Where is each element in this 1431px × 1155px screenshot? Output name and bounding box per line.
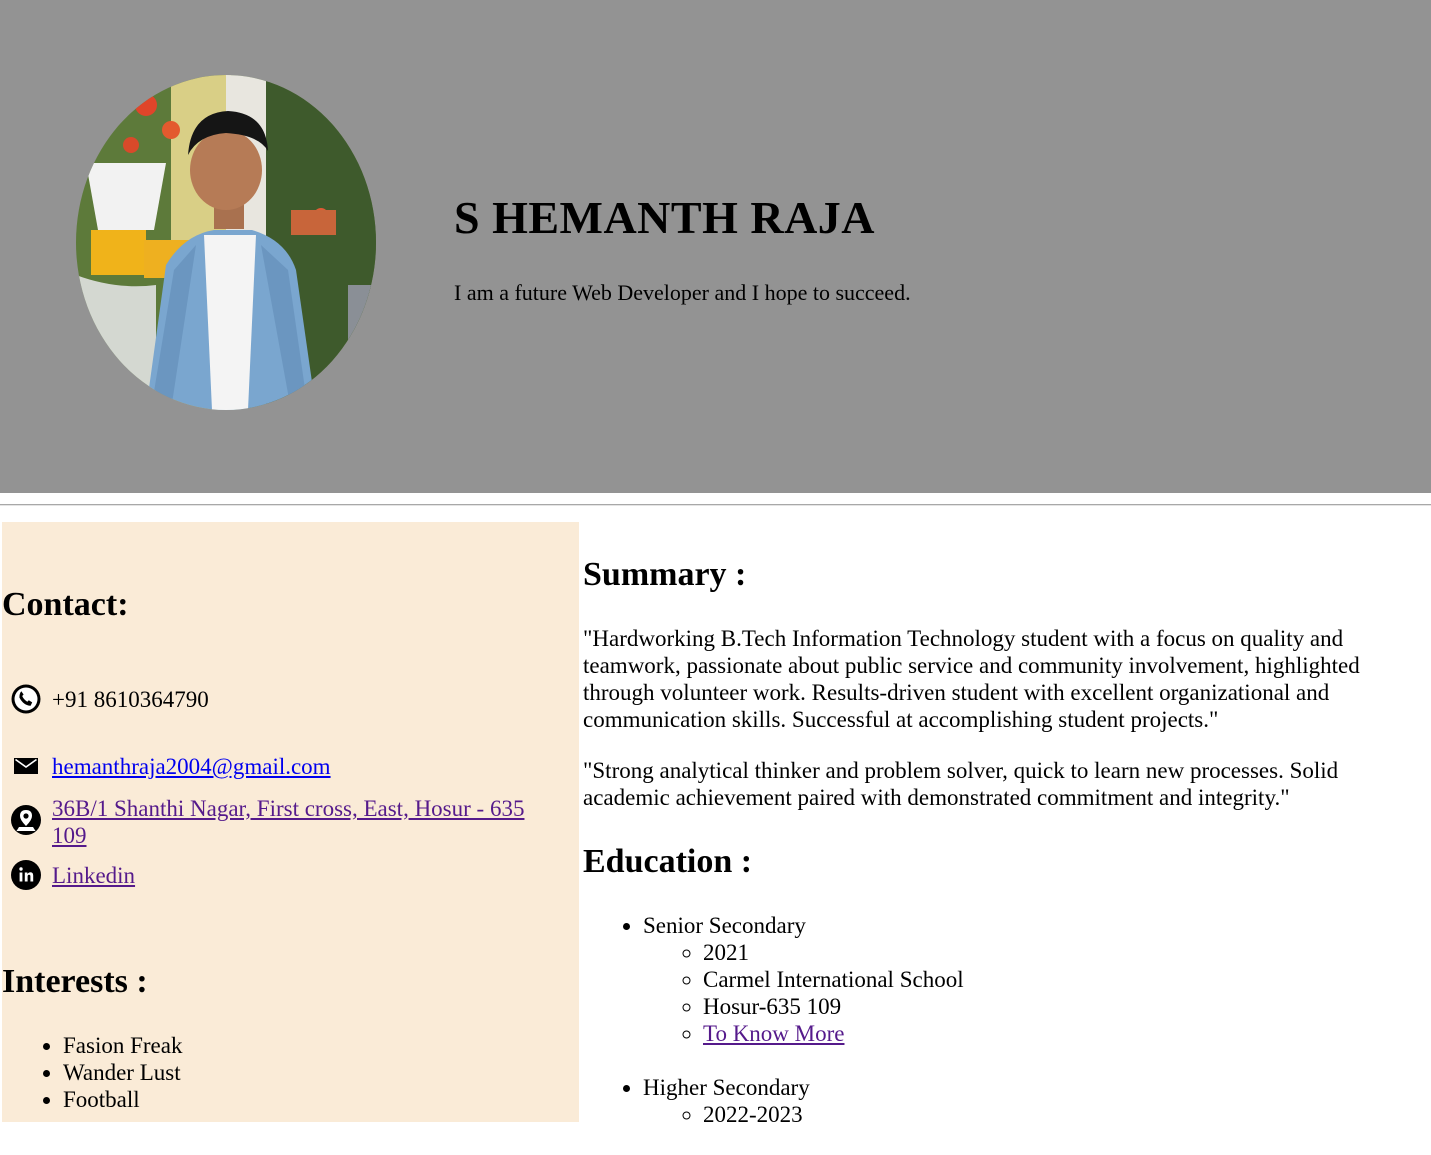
page-title: S HEMANTH RAJA (454, 192, 876, 243)
phone-icon (10, 683, 42, 715)
education-title: Higher Secondary (643, 1075, 810, 1100)
phone-number: +91 8610364790 (52, 687, 209, 712)
list-item: Fasion Freak (63, 1032, 182, 1059)
summary-heading: Summary : (583, 556, 747, 593)
list-item: Carmel International School (703, 966, 1423, 993)
address-link[interactable]: 36B/1 Shanthi Nagar, First cross, East, … (52, 795, 552, 849)
education-details: 2021 Carmel International School Hosur-6… (643, 939, 1423, 1047)
summary-paragraph: "Hardworking B.Tech Information Technolo… (583, 626, 1360, 732)
list-item: 2021 (703, 939, 1423, 966)
education-title: Senior Secondary (643, 913, 806, 938)
contact-heading: Contact: (2, 586, 129, 623)
location-icon (10, 804, 42, 836)
summary-paragraph: "Strong analytical thinker and problem s… (583, 758, 1339, 810)
education-list: Senior Secondary 2021 Carmel Internation… (643, 912, 1423, 1155)
email-link[interactable]: hemanthraja2004@gmail.com (52, 753, 552, 780)
know-more-link[interactable]: To Know More (703, 1021, 844, 1046)
linkedin-icon (10, 859, 42, 891)
profile-photo (76, 75, 376, 410)
mail-icon (10, 751, 42, 783)
interests-heading: Interests : (2, 963, 148, 1000)
interests-list: Fasion Freak Wander Lust Football (63, 1032, 182, 1113)
list-item: To Know More (703, 1020, 1423, 1047)
divider (0, 504, 1431, 506)
education-heading: Education : (583, 843, 753, 880)
tagline: I am a future Web Developer and I hope t… (454, 280, 911, 305)
list-item: Hosur-635 109 (703, 993, 1423, 1020)
linkedin-link[interactable]: Linkedin (52, 862, 552, 889)
education-entry: Senior Secondary 2021 Carmel Internation… (643, 912, 1423, 1047)
list-item: 2022-2023 (703, 1101, 1423, 1128)
list-item: Football (63, 1086, 182, 1113)
education-details: 2022-2023 (643, 1101, 1423, 1128)
education-entry: Higher Secondary 2022-2023 (643, 1074, 1423, 1128)
list-item: Wander Lust (63, 1059, 182, 1086)
